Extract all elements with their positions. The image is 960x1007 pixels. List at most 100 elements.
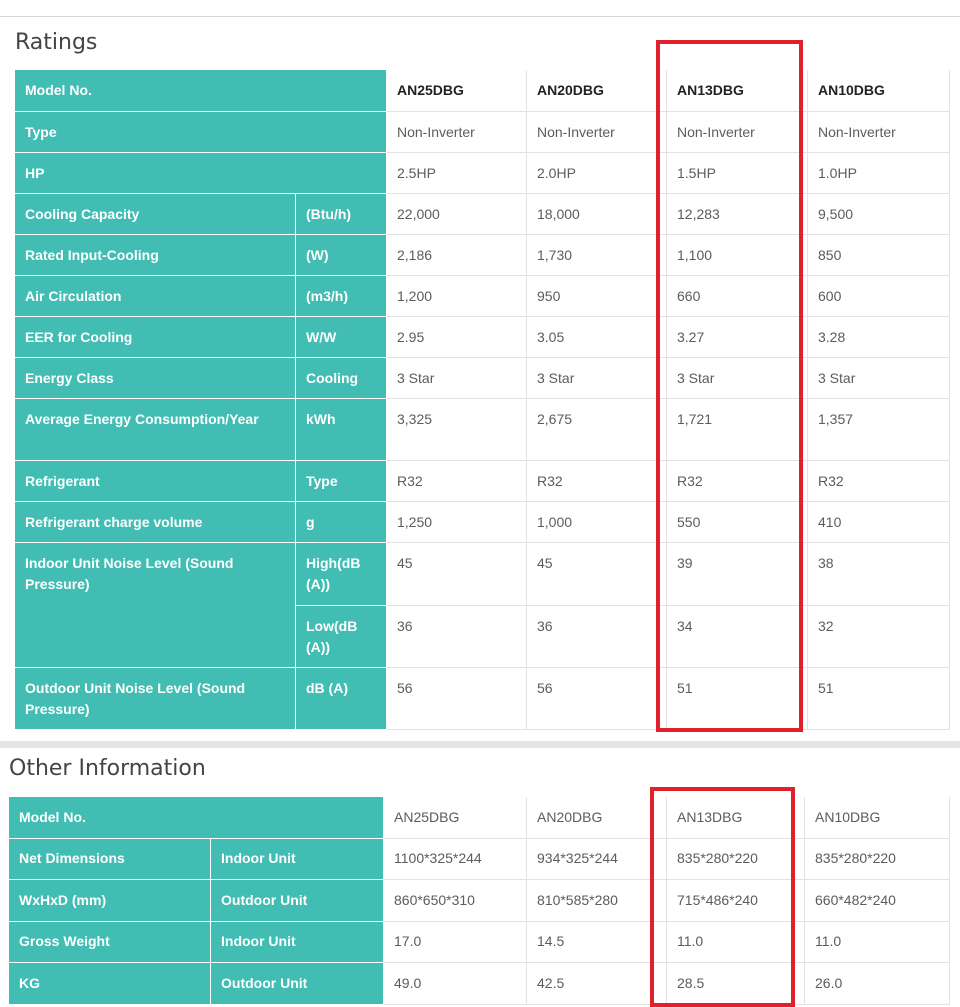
spec-value: 3 Star xyxy=(808,358,950,399)
spec-value: 39 xyxy=(667,543,808,606)
other-value: 715*486*240 xyxy=(667,880,805,922)
spec-value: Non-Inverter xyxy=(527,112,667,153)
spec-label: EER for Cooling xyxy=(15,317,296,358)
spec-value: 1,357 xyxy=(808,399,950,461)
spec-value: R32 xyxy=(527,461,667,502)
model-header: AN13DBG xyxy=(667,70,808,112)
spec-value: 1.5HP xyxy=(667,153,808,194)
other-sub-label: Outdoor Unit xyxy=(211,963,384,1005)
other-value: 11.0 xyxy=(805,921,950,963)
spec-value: R32 xyxy=(808,461,950,502)
spec-value: 3 Star xyxy=(387,358,527,399)
other-value: 1100*325*244 xyxy=(384,838,527,880)
spec-label: Indoor Unit Noise Level (Sound Pressure) xyxy=(15,543,296,668)
other-value: 49.0 xyxy=(384,963,527,1005)
other-value: 860*650*310 xyxy=(384,880,527,922)
spec-value: Non-Inverter xyxy=(667,112,808,153)
spec-value: 3 Star xyxy=(527,358,667,399)
other-value: 810*585*280 xyxy=(527,880,667,922)
other-sub-label: Indoor Unit xyxy=(211,838,384,880)
spec-value: 1,250 xyxy=(387,502,527,543)
other-value: 835*280*220 xyxy=(805,838,950,880)
spec-label: Energy Class xyxy=(15,358,296,399)
spec-value: 1,730 xyxy=(527,235,667,276)
spec-unit: (m3/h) xyxy=(296,276,387,317)
other-value: 660*482*240 xyxy=(805,880,950,922)
spec-label: Rated Input-Cooling xyxy=(15,235,296,276)
other-header-model-no: Model No. xyxy=(9,797,384,839)
spec-value: 1,100 xyxy=(667,235,808,276)
spec-unit: dB (A) xyxy=(296,668,387,730)
other-info-title: Other Information xyxy=(9,756,206,781)
spec-value: 51 xyxy=(667,668,808,730)
spec-value: 1,000 xyxy=(527,502,667,543)
spec-unit: (Btu/h) xyxy=(296,194,387,235)
section-divider xyxy=(0,741,960,748)
model-header: AN10DBG xyxy=(808,70,950,112)
spec-unit: Low(dB (A)) xyxy=(296,606,387,668)
spec-value: 36 xyxy=(527,606,667,668)
header-model-no: Model No. xyxy=(15,70,387,112)
spec-label: HP xyxy=(15,153,387,194)
spec-value: 36 xyxy=(387,606,527,668)
other-sub-label: Indoor Unit xyxy=(211,921,384,963)
other-model-header: AN20DBG xyxy=(527,797,667,839)
top-divider xyxy=(0,16,960,17)
spec-value: 850 xyxy=(808,235,950,276)
other-label: KG xyxy=(9,963,211,1005)
spec-value: 3.27 xyxy=(667,317,808,358)
spec-value: 1,200 xyxy=(387,276,527,317)
spec-unit: High(dB (A)) xyxy=(296,543,387,606)
other-label: Gross Weight xyxy=(9,921,211,963)
spec-value: 38 xyxy=(808,543,950,606)
other-model-header: AN13DBG xyxy=(667,797,805,839)
spec-value: 550 xyxy=(667,502,808,543)
spec-value: 45 xyxy=(387,543,527,606)
other-value: 17.0 xyxy=(384,921,527,963)
other-label: Net Dimensions xyxy=(9,838,211,880)
other-sub-label: Outdoor Unit xyxy=(211,880,384,922)
spec-value: 2,186 xyxy=(387,235,527,276)
spec-value: 1.0HP xyxy=(808,153,950,194)
spec-value: 3,325 xyxy=(387,399,527,461)
spec-unit: Cooling xyxy=(296,358,387,399)
spec-value: 3.28 xyxy=(808,317,950,358)
spec-value: 950 xyxy=(527,276,667,317)
spec-label: Refrigerant charge volume xyxy=(15,502,296,543)
spec-value: 410 xyxy=(808,502,950,543)
other-value: 14.5 xyxy=(527,921,667,963)
spec-unit: Type xyxy=(296,461,387,502)
spec-value: 3.05 xyxy=(527,317,667,358)
spec-unit: (W) xyxy=(296,235,387,276)
model-header: AN25DBG xyxy=(387,70,527,112)
other-value: 11.0 xyxy=(667,921,805,963)
spec-value: 3 Star xyxy=(667,358,808,399)
ratings-title: Ratings xyxy=(15,30,98,55)
spec-value: 9,500 xyxy=(808,194,950,235)
spec-value: 18,000 xyxy=(527,194,667,235)
other-model-header: AN25DBG xyxy=(384,797,527,839)
spec-label: Air Circulation xyxy=(15,276,296,317)
spec-value: R32 xyxy=(387,461,527,502)
spec-unit: g xyxy=(296,502,387,543)
spec-value: 32 xyxy=(808,606,950,668)
spec-value: 2.0HP xyxy=(527,153,667,194)
spec-value: 2.95 xyxy=(387,317,527,358)
spec-value: 660 xyxy=(667,276,808,317)
other-label: WxHxD (mm) xyxy=(9,880,211,922)
spec-value: 12,283 xyxy=(667,194,808,235)
spec-value: 45 xyxy=(527,543,667,606)
other-value: 28.5 xyxy=(667,963,805,1005)
spec-value: R32 xyxy=(667,461,808,502)
spec-value: 1,721 xyxy=(667,399,808,461)
other-value: 835*280*220 xyxy=(667,838,805,880)
spec-value: 2.5HP xyxy=(387,153,527,194)
spec-label: Type xyxy=(15,112,387,153)
other-value: 934*325*244 xyxy=(527,838,667,880)
spec-value: 51 xyxy=(808,668,950,730)
other-model-header: AN10DBG xyxy=(805,797,950,839)
spec-value: 56 xyxy=(387,668,527,730)
spec-value: Non-Inverter xyxy=(808,112,950,153)
spec-label: Cooling Capacity xyxy=(15,194,296,235)
spec-value: 600 xyxy=(808,276,950,317)
